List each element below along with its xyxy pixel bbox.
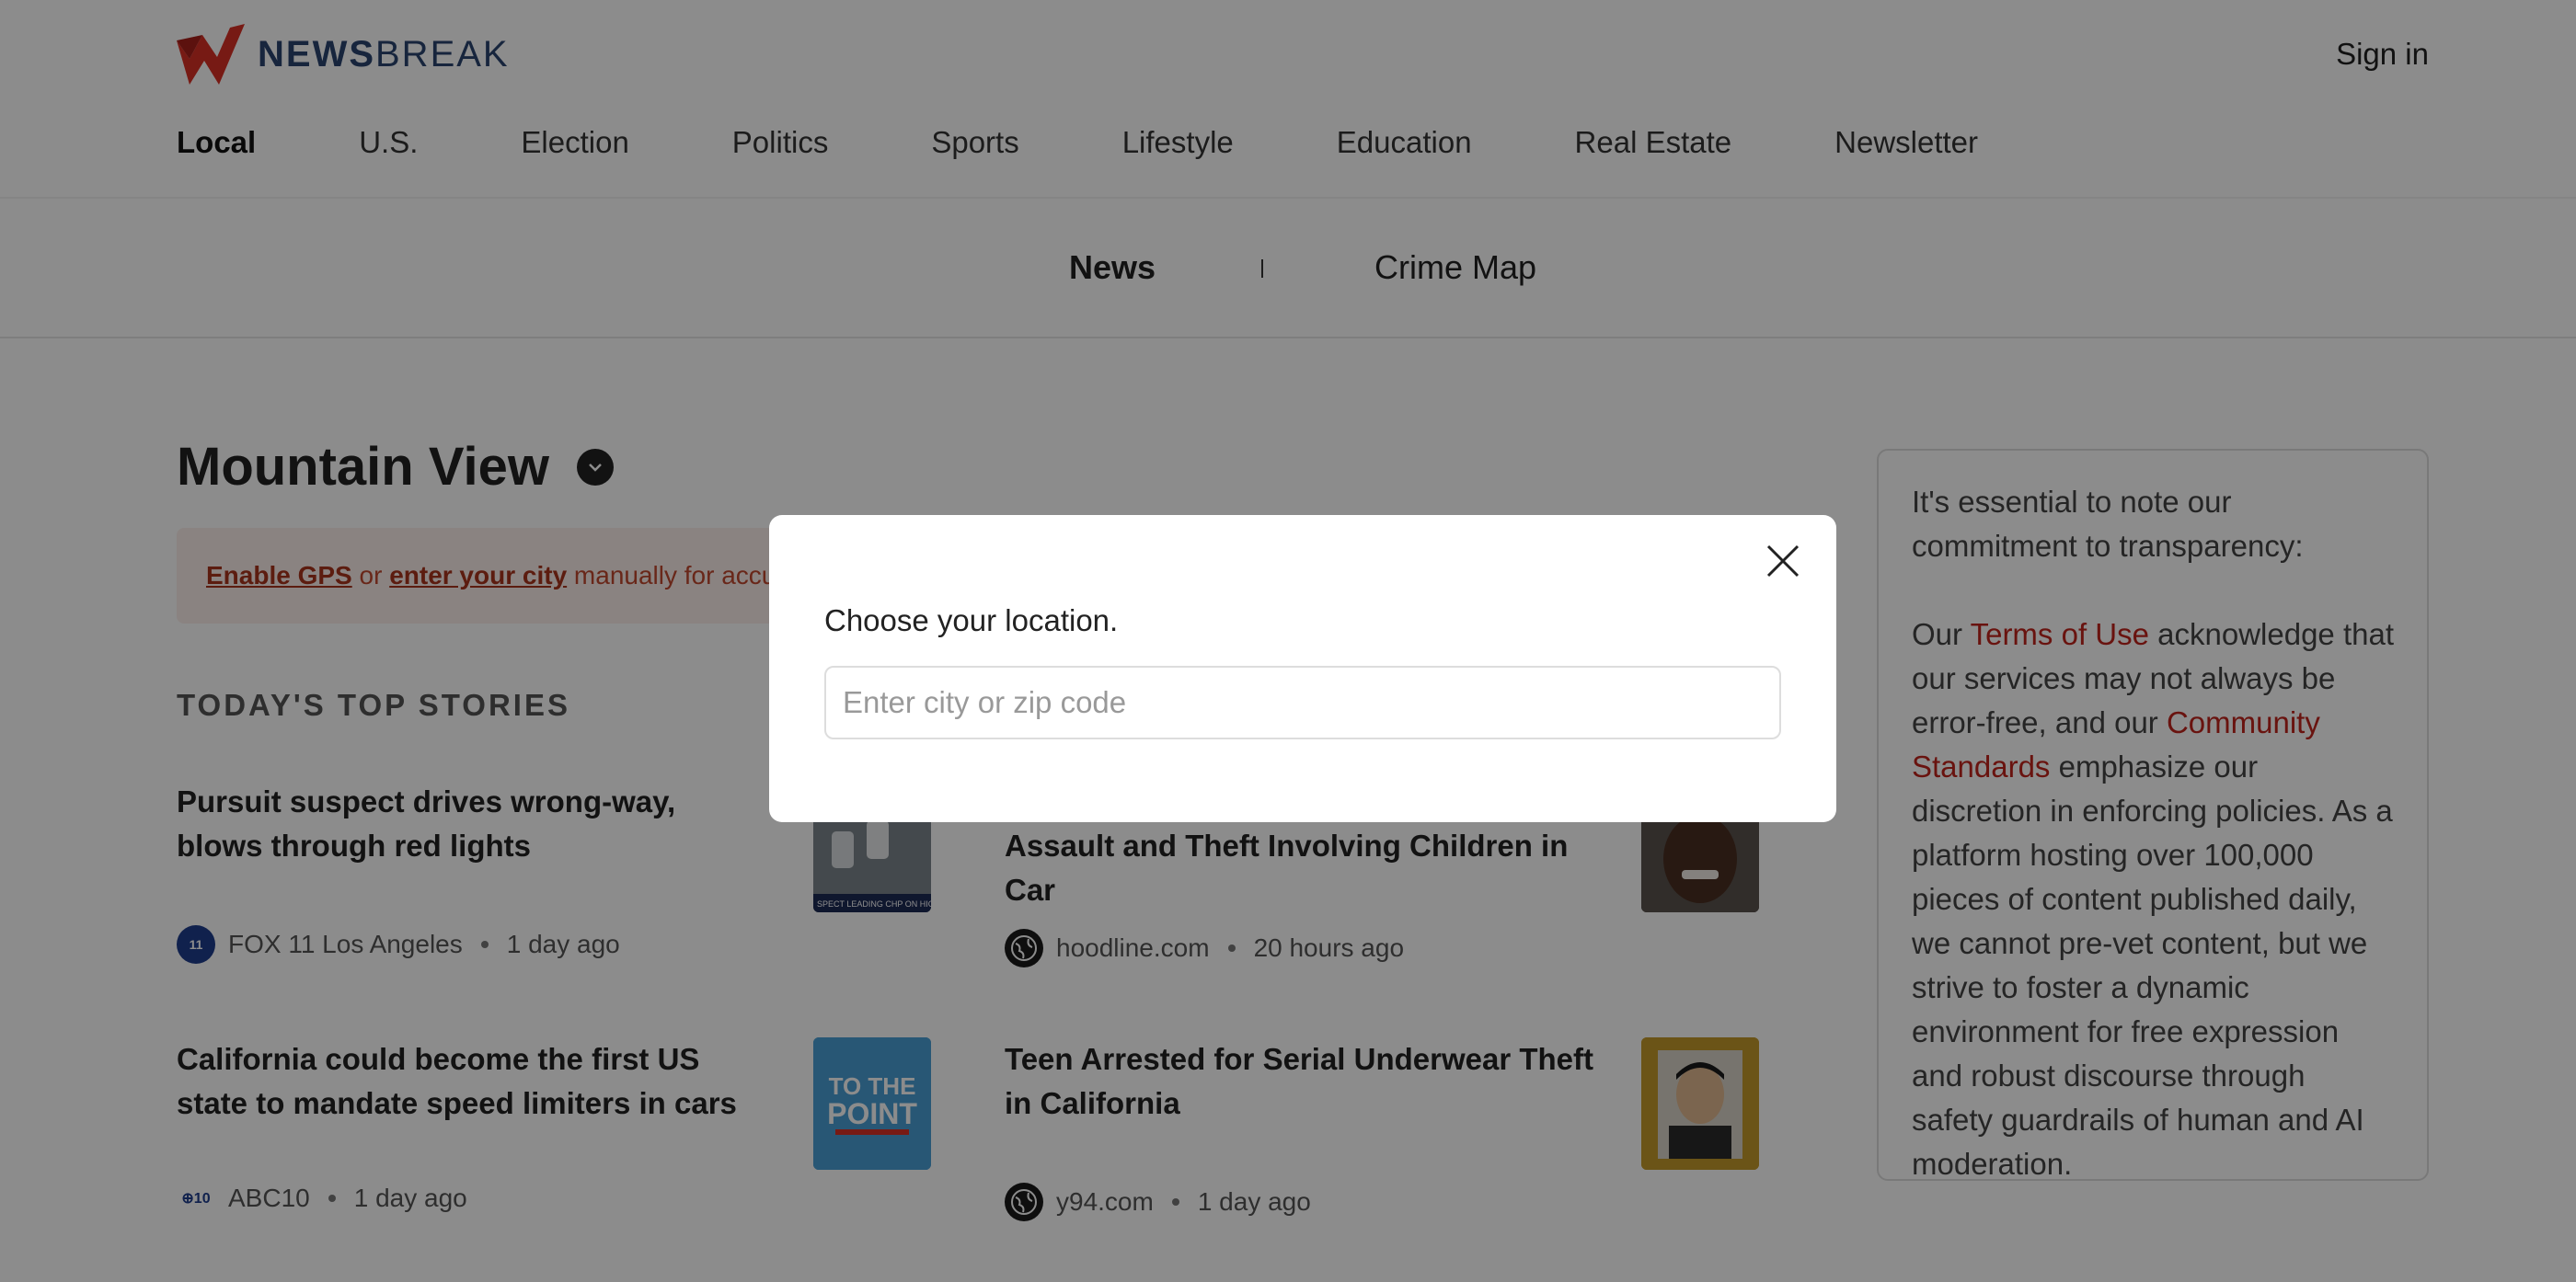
city-zip-input[interactable] xyxy=(824,666,1781,739)
modal-prompt: Choose your location. xyxy=(824,603,1119,637)
close-icon[interactable] xyxy=(1763,541,1803,581)
location-modal: Choose your location. xyxy=(769,515,1836,822)
